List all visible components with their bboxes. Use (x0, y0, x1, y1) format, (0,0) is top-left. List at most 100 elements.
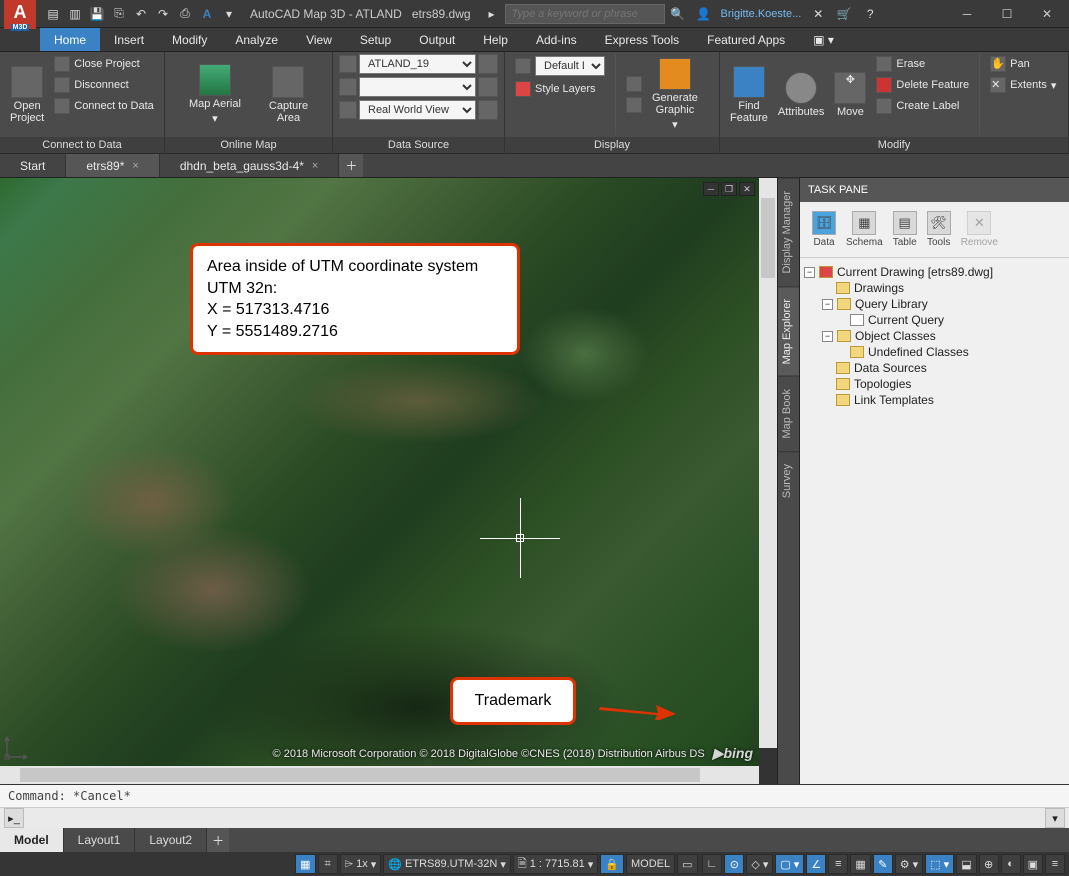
tab-setup[interactable]: Setup (346, 28, 405, 51)
tab-modify[interactable]: Modify (158, 28, 221, 51)
qat-a360-icon[interactable]: A (198, 5, 216, 23)
ds-drawing-icon[interactable] (339, 55, 357, 73)
sb-transparency-button[interactable]: ▦ (850, 854, 870, 874)
tree-object-classes[interactable]: −Object Classes (804, 328, 1065, 344)
tab-featuredapps[interactable]: Featured Apps (693, 28, 799, 51)
viewport-restore-button[interactable]: ❐ (721, 182, 737, 196)
sb-snap-button[interactable]: ⌗ (318, 854, 338, 874)
sb-polar-button[interactable]: ⊙ (724, 854, 744, 874)
ribbon-toggle-icon[interactable]: ▣ ▾ (799, 28, 848, 51)
sb-lock-button[interactable]: 🔒 (600, 854, 624, 874)
tree-query-library[interactable]: −Query Library (804, 296, 1065, 312)
sb-cleanscreen-button[interactable]: ▣ (1023, 854, 1043, 874)
taskpane-data-button[interactable]: 🗄Data (812, 211, 836, 248)
display-default-select[interactable]: Default D (535, 56, 605, 76)
find-feature-button[interactable]: Find Feature (726, 54, 772, 135)
ds-category-icon[interactable] (339, 78, 357, 96)
sidetab-display-manager[interactable]: Display Manager (778, 178, 799, 286)
ds-btn-1[interactable] (478, 54, 498, 74)
extents-button[interactable]: ✕Extents ▾ (986, 75, 1060, 95)
layouttab-layout2[interactable]: Layout2 (135, 828, 207, 852)
task-pane-tree[interactable]: −Current Drawing [etrs89.dwg] Drawings −… (800, 258, 1069, 784)
cart-icon[interactable]: 🛒 (835, 5, 853, 23)
sidetab-survey[interactable]: Survey (778, 451, 799, 510)
display-default-button[interactable]: Default D (511, 54, 609, 78)
tab-analyze[interactable]: Analyze (221, 28, 292, 51)
sb-scale-button[interactable]: 🗎 1 : 7715.81 ▾ (513, 854, 598, 874)
doctab-etrs89[interactable]: etrs89*× (66, 154, 159, 177)
viewport-close-button[interactable]: ✕ (739, 182, 755, 196)
taskpane-schema-button[interactable]: ▦Schema (846, 211, 883, 248)
horizontal-scrollbar[interactable] (0, 766, 759, 784)
close-project-button[interactable]: Close Project (50, 54, 158, 74)
layouttab-layout1[interactable]: Layout1 (64, 828, 136, 852)
command-recent-icon[interactable]: ▾ (1045, 808, 1065, 828)
connect-to-data-button[interactable]: Connect to Data (50, 96, 158, 116)
drawing-canvas[interactable]: ─ ❐ ✕ Area inside of UTM coordinate syst… (0, 178, 777, 766)
qat-open-icon[interactable]: ▥ (66, 5, 84, 23)
open-project-button[interactable]: Open Project (6, 54, 48, 135)
create-label-button[interactable]: Create Label (872, 96, 973, 116)
sb-otrack-button[interactable]: ∠ (806, 854, 826, 874)
window-maximize-button[interactable]: ☐ (989, 2, 1025, 26)
sb-annoscale-button[interactable]: ⌲ 1x ▾ (340, 854, 382, 874)
sb-quickprops-button[interactable]: ▭ (677, 854, 697, 874)
command-input[interactable] (28, 808, 1041, 828)
doctab-dhdn[interactable]: dhdn_beta_gauss3d-4*× (160, 154, 340, 177)
qat-dropdown-icon[interactable]: ▾ (220, 5, 238, 23)
ds-select-1[interactable]: ATLAND_19 (359, 54, 476, 74)
sb-space-button[interactable]: MODEL (626, 854, 675, 874)
ds-view-icon[interactable] (339, 101, 357, 119)
qat-save-icon[interactable]: 💾 (88, 5, 106, 23)
tab-view[interactable]: View (292, 28, 346, 51)
command-prompt-icon[interactable]: ▸_ (4, 808, 24, 828)
tab-home[interactable]: Home (40, 28, 100, 51)
tree-data-sources[interactable]: Data Sources (804, 360, 1065, 376)
sb-layer-button[interactable]: ⬓ (956, 854, 976, 874)
move-button[interactable]: ✥Move (830, 54, 870, 135)
help-icon[interactable]: ? (861, 5, 879, 23)
taskpane-table-button[interactable]: ▤Table (893, 211, 917, 248)
ds-select-2[interactable] (359, 77, 476, 97)
exchange-icon[interactable]: ✕ (809, 5, 827, 23)
qat-plot-icon[interactable]: ⎙ (176, 5, 194, 23)
tree-link-templates[interactable]: Link Templates (804, 392, 1065, 408)
tree-root[interactable]: −Current Drawing [etrs89.dwg] (804, 264, 1065, 280)
style-layers-button[interactable]: Style Layers (511, 79, 609, 99)
ds-select-3[interactable]: Real World View (359, 100, 476, 120)
sb-iso-button[interactable]: ◇ ▾ (746, 854, 773, 874)
tree-drawings[interactable]: Drawings (804, 280, 1065, 296)
sidetab-map-explorer[interactable]: Map Explorer (778, 286, 799, 376)
display-tool-2[interactable] (622, 95, 646, 115)
tab-expresstools[interactable]: Express Tools (591, 28, 693, 51)
disconnect-button[interactable]: Disconnect (50, 75, 158, 95)
sb-gizmo-button[interactable]: ⚙ ▾ (895, 854, 923, 874)
sb-units-button[interactable]: ⬚ ▾ (925, 854, 954, 874)
window-minimize-button[interactable]: ─ (949, 2, 985, 26)
erase-button[interactable]: Erase (872, 54, 973, 74)
add-layout-button[interactable]: ＋ (207, 828, 229, 852)
add-tab-button[interactable]: ＋ (339, 154, 363, 177)
close-icon[interactable]: × (312, 160, 318, 172)
sb-annomon-button[interactable]: ⊕ (979, 854, 999, 874)
delete-feature-button[interactable]: Delete Feature (872, 75, 973, 95)
search-input[interactable] (505, 4, 665, 24)
sb-grid-button[interactable]: ▦ (295, 854, 315, 874)
doctab-start[interactable]: Start (0, 154, 66, 177)
sb-ortho-button[interactable]: ∟ (702, 854, 723, 874)
tree-collapse-icon[interactable]: − (822, 299, 833, 310)
sb-coordsys-button[interactable]: 🌐 ETRS89.UTM-32N ▾ (383, 854, 511, 874)
tree-collapse-icon[interactable]: − (822, 331, 833, 342)
taskpane-tools-button[interactable]: 🛠Tools (927, 211, 951, 248)
user-icon[interactable]: 👤 (695, 5, 713, 23)
ds-btn-3[interactable] (478, 100, 498, 120)
sb-customize-button[interactable]: ≡ (1045, 854, 1065, 874)
attributes-button[interactable]: Attributes (774, 54, 828, 135)
tab-addins[interactable]: Add-ins (522, 28, 591, 51)
sb-osnap-button[interactable]: ▢ ▾ (775, 854, 804, 874)
pan-button[interactable]: ✋Pan (986, 54, 1060, 74)
sb-selection-button[interactable]: ✎ (873, 854, 893, 874)
sb-lineweight-button[interactable]: ≡ (828, 854, 848, 874)
vertical-scrollbar[interactable] (759, 178, 777, 748)
generate-graphic-button[interactable]: Generate Graphic▾ (648, 54, 702, 135)
